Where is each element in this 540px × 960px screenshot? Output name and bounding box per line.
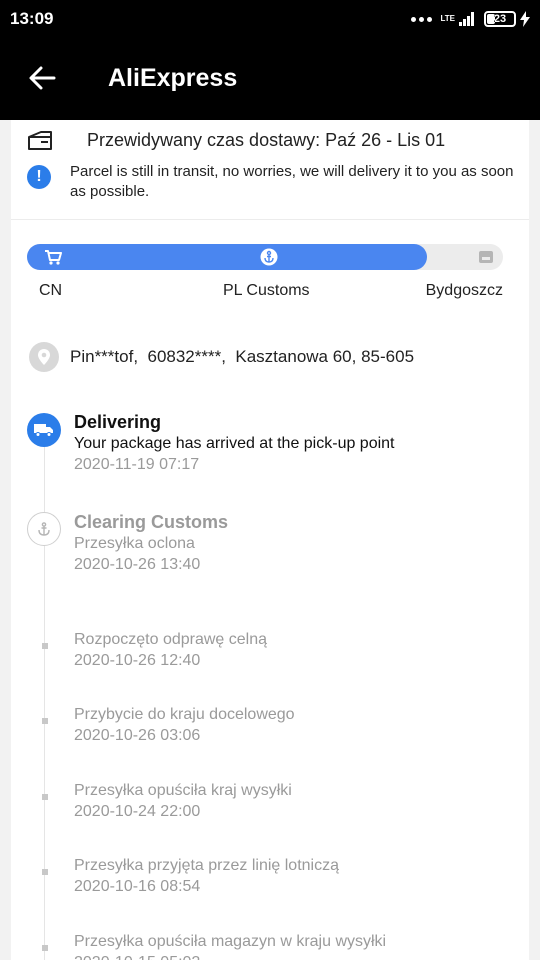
- stop-destination: Bydgoszcz: [425, 282, 503, 299]
- battery-icon: 23: [484, 11, 516, 27]
- timeline-time: 2020-10-26 12:40: [74, 652, 201, 669]
- timeline-detail: Your package has arrived at the pick-up …: [74, 435, 395, 452]
- notice-text: Parcel is still in transit, no worries, …: [70, 163, 514, 200]
- truck-icon: [27, 413, 61, 447]
- timeline-dot: [42, 945, 48, 951]
- progress-labels: CN PL Customs Bydgoszcz: [27, 282, 503, 304]
- timeline-dot: [42, 718, 48, 724]
- address-text: Pin***tof, 60832****, Kasztanowa 60, 85-…: [70, 347, 415, 366]
- timeline-time: 2020-10-26 03:06: [74, 727, 201, 744]
- status-bar: 13:09 LTE 23: [0, 0, 540, 38]
- notification-dots-icon: [411, 16, 433, 22]
- timeline-title: Clearing Customs: [74, 512, 229, 532]
- signal-icon: [459, 12, 474, 26]
- timeline-time: 2020-11-19 07:17: [74, 456, 200, 473]
- cart-icon: [45, 250, 62, 265]
- divider: [11, 219, 529, 220]
- timeline-time: 2020-10-24 22:00: [74, 803, 201, 820]
- info-icon: !: [27, 165, 51, 189]
- timeline-detail: Przybycie do kraju docelowego: [74, 706, 295, 723]
- timeline-detail: Przesyłka oclona: [74, 535, 195, 552]
- locker-icon: [479, 251, 493, 263]
- charging-icon: [520, 11, 530, 27]
- timeline-dot: [42, 869, 48, 875]
- eta-row: Przewidywany czas dostawy: Paź 26 - Lis …: [27, 126, 445, 154]
- battery-level: 23: [493, 13, 507, 25]
- stop-customs: PL Customs: [223, 282, 310, 299]
- timeline-line: [44, 430, 45, 960]
- network-type: LTE: [440, 14, 455, 23]
- timeline-detail: Rozpoczęto odprawę celną: [74, 631, 268, 648]
- timeline-time: 2020-10-26 13:40: [74, 556, 201, 573]
- app-bar: AliExpress: [0, 38, 540, 120]
- stop-origin: CN: [39, 282, 63, 299]
- app-title: AliExpress: [108, 64, 238, 92]
- anchor-icon: [260, 248, 278, 266]
- timeline-dot: [42, 643, 48, 649]
- timeline-title: Delivering: [74, 412, 162, 432]
- status-time: 13:09: [10, 9, 54, 28]
- timeline-dot: [42, 794, 48, 800]
- progress-fill: [27, 244, 427, 270]
- delivery-address: Pin***tof, 60832****, Kasztanowa 60, 85-…: [29, 342, 414, 372]
- shipping-progress: [27, 244, 503, 270]
- timeline-time: 2020-10-15 05:02: [74, 952, 386, 960]
- timeline-detail: Przesyłka przyjęta przez linię lotniczą: [74, 857, 339, 874]
- package-icon: [28, 131, 52, 150]
- status-icons: LTE 23: [411, 9, 530, 29]
- eta-text: Przewidywany czas dostawy: Paź 26 - Lis …: [87, 129, 446, 150]
- anchor-icon: [27, 512, 61, 546]
- timeline-detail: Przesyłka opuściła magazyn w kraju wysył…: [74, 933, 387, 950]
- location-pin-icon: [29, 342, 59, 372]
- transit-notice: ! Parcel is still in transit, no worries…: [27, 162, 517, 202]
- timeline-time: 2020-10-16 08:54: [74, 878, 201, 895]
- tracking-card: Przewidywany czas dostawy: Paź 26 - Lis …: [11, 120, 529, 960]
- timeline-detail: Przesyłka opuściła kraj wysyłki: [74, 782, 292, 799]
- back-arrow-icon[interactable]: [28, 64, 56, 92]
